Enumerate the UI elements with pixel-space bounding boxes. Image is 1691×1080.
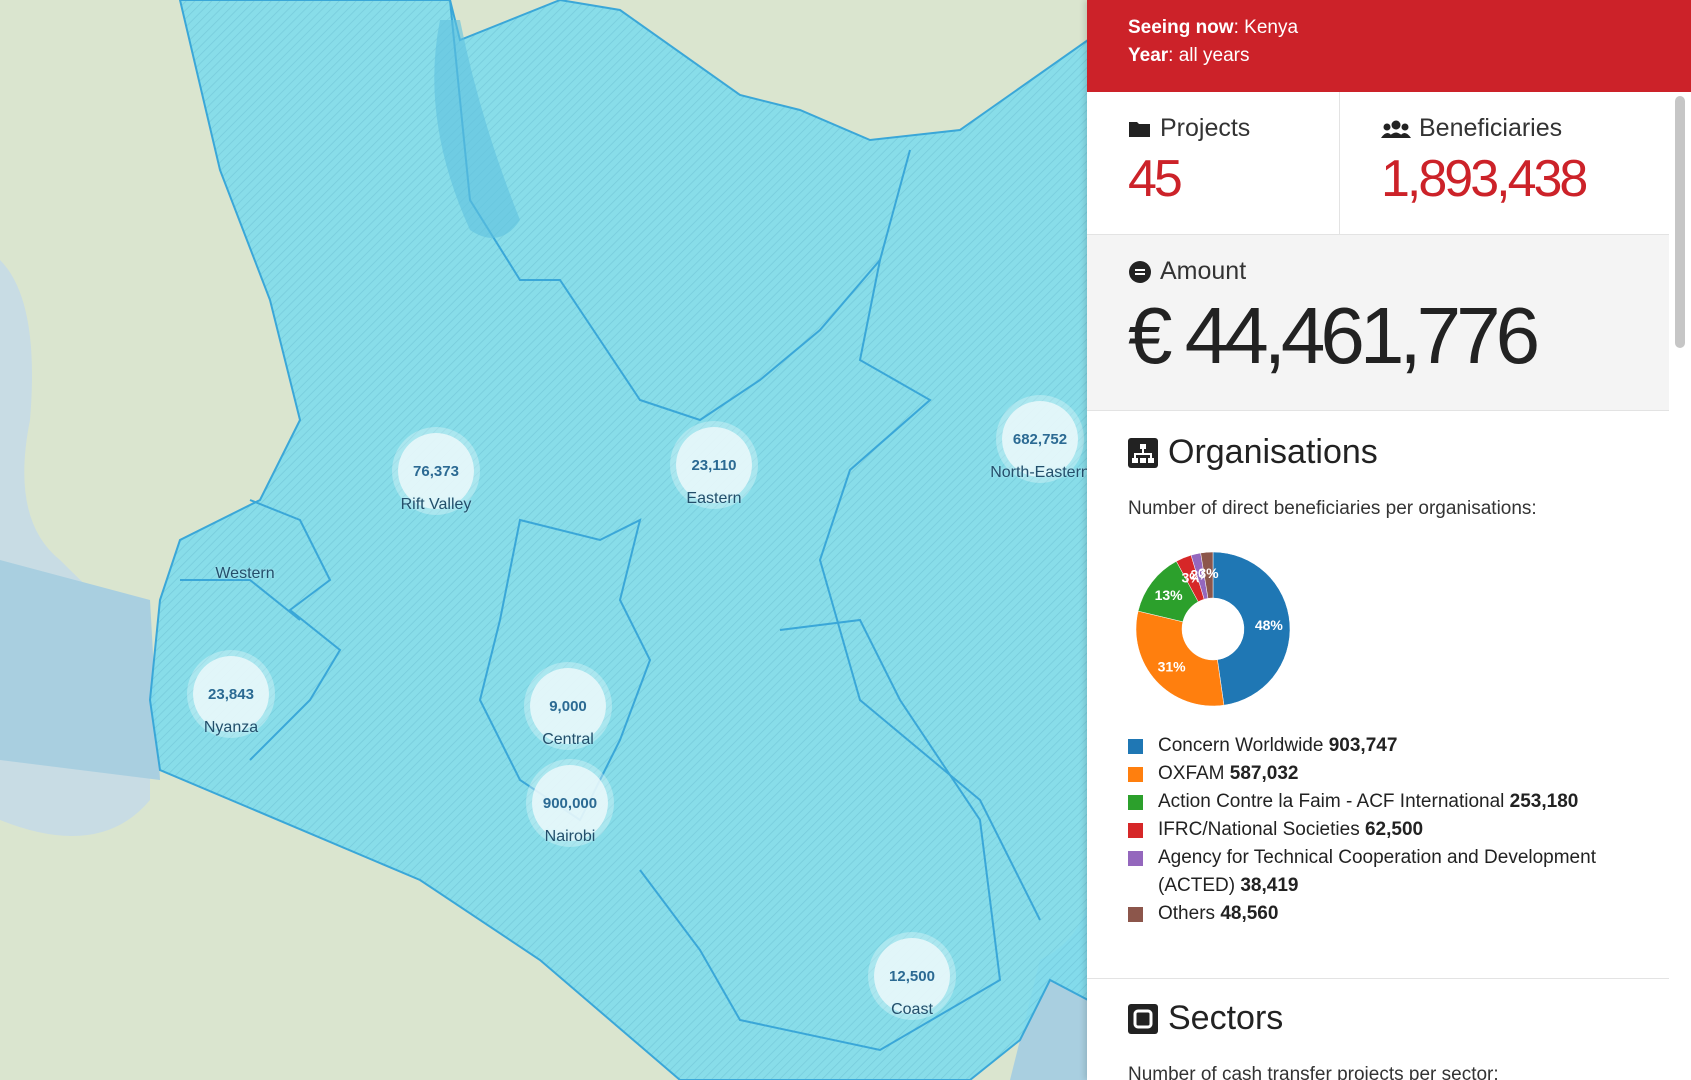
- year-value: all years: [1178, 45, 1250, 66]
- beneficiaries-value: 1,893,438: [1381, 150, 1588, 208]
- region-label-rift-valley: Rift Valley: [400, 496, 472, 513]
- pie-slice-label: 31%: [1158, 659, 1187, 675]
- legend-swatch: [1128, 795, 1143, 810]
- legend-swatch: [1128, 739, 1143, 754]
- info-panel: Seeing now: Kenya Year: all years Projec…: [1087, 0, 1691, 1080]
- organisations-section: Organisations Number of direct beneficia…: [1087, 411, 1691, 928]
- seeing-now-label: Seeing now: [1128, 17, 1234, 38]
- sectors-subtitle: Number of cash transfer projects per sec…: [1128, 1064, 1499, 1080]
- legend-value: 48,560: [1220, 903, 1279, 924]
- legend-item: Concern Worldwide 903,747: [1128, 732, 1648, 760]
- region-label-nairobi: Nairobi: [544, 828, 596, 845]
- marker-value: 23,843: [208, 685, 254, 703]
- seeing-now-value: Kenya: [1244, 17, 1299, 38]
- region-label-nyanza: Nyanza: [203, 719, 259, 736]
- marker-value: 900,000: [542, 794, 598, 812]
- legend-value: 38,419: [1240, 875, 1299, 896]
- scrollbar-thumb[interactable]: [1675, 96, 1685, 348]
- pie-slice-label: 48%: [1255, 617, 1284, 633]
- users-icon: [1381, 120, 1411, 138]
- sitemap-icon: [1128, 437, 1158, 468]
- marker-value: 9,000: [549, 697, 587, 715]
- legend-name: Concern Worldwide: [1158, 735, 1324, 756]
- amount-label: Amount: [1160, 257, 1247, 285]
- region-label-central: Central: [542, 731, 594, 748]
- legend-name: Action Contre la Faim - ACF Internationa…: [1158, 791, 1505, 812]
- legend-swatch: [1128, 907, 1143, 922]
- map[interactable]: 76,373 Rift Valley 23,110 Eastern 682,75…: [0, 0, 1088, 1080]
- projects-label: Projects: [1160, 114, 1251, 142]
- legend-name: IFRC/National Societies: [1158, 819, 1360, 840]
- legend-value: 62,500: [1364, 819, 1424, 840]
- beneficiaries-label: Beneficiaries: [1419, 114, 1563, 142]
- region-label-western: Western: [215, 565, 275, 582]
- legend-item: Action Contre la Faim - ACF Internationa…: [1128, 788, 1648, 816]
- stats-row: Projects 45 Beneficiaries 1,893,438: [1087, 92, 1691, 235]
- legend-name: Agency for Technical Cooperation and Dev…: [1158, 847, 1596, 896]
- legend-name: Others: [1158, 903, 1216, 924]
- organisations-legend: Concern Worldwide 903,747 OXFAM 587,032 …: [1128, 732, 1648, 928]
- region-label-north-eastern: North-Eastern: [990, 464, 1088, 481]
- region-label-coast: Coast: [891, 1001, 933, 1018]
- panel-scrollbar[interactable]: [1669, 92, 1691, 1080]
- legend-item: Others 48,560: [1128, 900, 1648, 928]
- projects-value: 45: [1128, 150, 1183, 208]
- projects-stat: Projects 45: [1087, 92, 1339, 234]
- coin-icon: [1129, 260, 1151, 283]
- legend-swatch: [1128, 851, 1143, 866]
- marker-value: 23,110: [691, 456, 737, 474]
- organisations-subtitle: Number of direct beneficiaries per organ…: [1128, 498, 1537, 519]
- marker-value: 682,752: [1012, 430, 1068, 448]
- beneficiaries-stat: Beneficiaries 1,893,438: [1339, 92, 1669, 234]
- legend-value: 587,032: [1229, 763, 1299, 784]
- legend-item: Agency for Technical Cooperation and Dev…: [1128, 844, 1648, 900]
- marker-value: 76,373: [413, 462, 459, 480]
- legend-swatch: [1128, 767, 1143, 782]
- marker-value: 12,500: [889, 967, 935, 985]
- year-label: Year: [1128, 45, 1169, 66]
- legend-swatch: [1128, 823, 1143, 838]
- year-line: Year: all years: [1128, 45, 1250, 66]
- pie-slice-label: 13%: [1155, 587, 1184, 603]
- pie-slice-label: 3%: [1198, 565, 1219, 581]
- location-banner: Seeing now: Kenya Year: all years: [1087, 0, 1691, 92]
- legend-item: IFRC/National Societies 62,500: [1128, 816, 1648, 844]
- sectors-title: Sectors: [1168, 999, 1284, 1037]
- legend-value: 253,180: [1509, 791, 1579, 812]
- sectors-icon: [1128, 1003, 1158, 1034]
- amount-value: € 44,461,776: [1128, 291, 1540, 380]
- organisations-title: Organisations: [1168, 433, 1378, 471]
- folder-icon: [1129, 121, 1150, 137]
- sectors-section: Sectors Number of cash transfer projects…: [1087, 979, 1691, 1080]
- region-label-eastern: Eastern: [686, 490, 742, 507]
- amount-stat: Amount € 44,461,776: [1087, 235, 1691, 411]
- legend-name: OXFAM: [1158, 763, 1225, 784]
- legend-value: 903,747: [1328, 735, 1398, 756]
- legend-item: OXFAM 587,032: [1128, 760, 1648, 788]
- map-tiles: [0, 0, 1088, 1080]
- seeing-now-line: Seeing now: Kenya: [1128, 17, 1299, 38]
- organisations-pie-chart[interactable]: 48%31%13%3%2%3%: [1128, 544, 1298, 714]
